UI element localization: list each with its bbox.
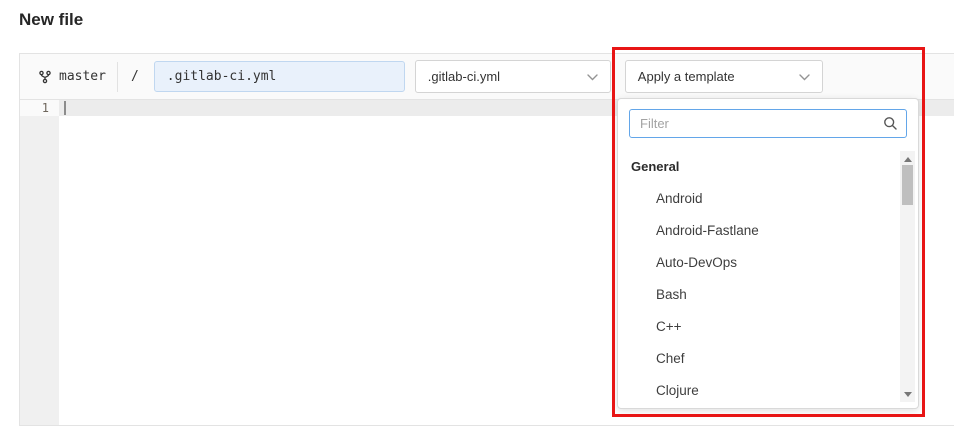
chevron-down-icon [587, 69, 598, 84]
page-title: New file [19, 10, 83, 30]
branch-name[interactable]: master [59, 69, 106, 84]
line-number: 1 [20, 100, 59, 116]
scroll-up-icon[interactable] [900, 153, 915, 165]
editor-gutter: 1 [20, 100, 59, 425]
filter-field-wrap [629, 109, 907, 138]
template-option[interactable]: Android [618, 183, 898, 215]
filter-input[interactable] [629, 109, 907, 138]
template-list: General Android Android-Fastlane Auto-De… [618, 151, 898, 405]
file-toolbar: master / .gitlab-ci.yml Apply a template [20, 54, 954, 100]
toolbar-divider [117, 62, 118, 92]
template-option[interactable]: Android-Fastlane [618, 215, 898, 247]
filetype-select[interactable]: .gitlab-ci.yml [415, 60, 611, 93]
path-separator: / [131, 69, 139, 84]
new-file-page: New file master / .gitlab-ci.yml Apply a… [0, 0, 954, 428]
chevron-down-icon [799, 69, 810, 84]
git-branch-icon [38, 70, 52, 84]
template-option[interactable]: Bash [618, 279, 898, 311]
dropdown-scrollbar[interactable] [900, 151, 915, 402]
template-dropdown-panel: General Android Android-Fastlane Auto-De… [617, 98, 919, 409]
template-section-header: General [618, 151, 898, 183]
scroll-down-icon[interactable] [900, 388, 915, 400]
text-cursor [64, 101, 66, 115]
template-option[interactable]: Clojure [618, 375, 898, 405]
scrollbar-thumb[interactable] [902, 165, 913, 205]
filename-input[interactable] [154, 61, 405, 92]
template-option[interactable]: Auto-DevOps [618, 247, 898, 279]
apply-template-select[interactable]: Apply a template [625, 60, 823, 93]
filetype-select-value: .gitlab-ci.yml [428, 69, 500, 84]
template-option[interactable]: Chef [618, 343, 898, 375]
apply-template-label: Apply a template [638, 69, 735, 84]
search-icon [883, 116, 898, 136]
template-option[interactable]: C++ [618, 311, 898, 343]
